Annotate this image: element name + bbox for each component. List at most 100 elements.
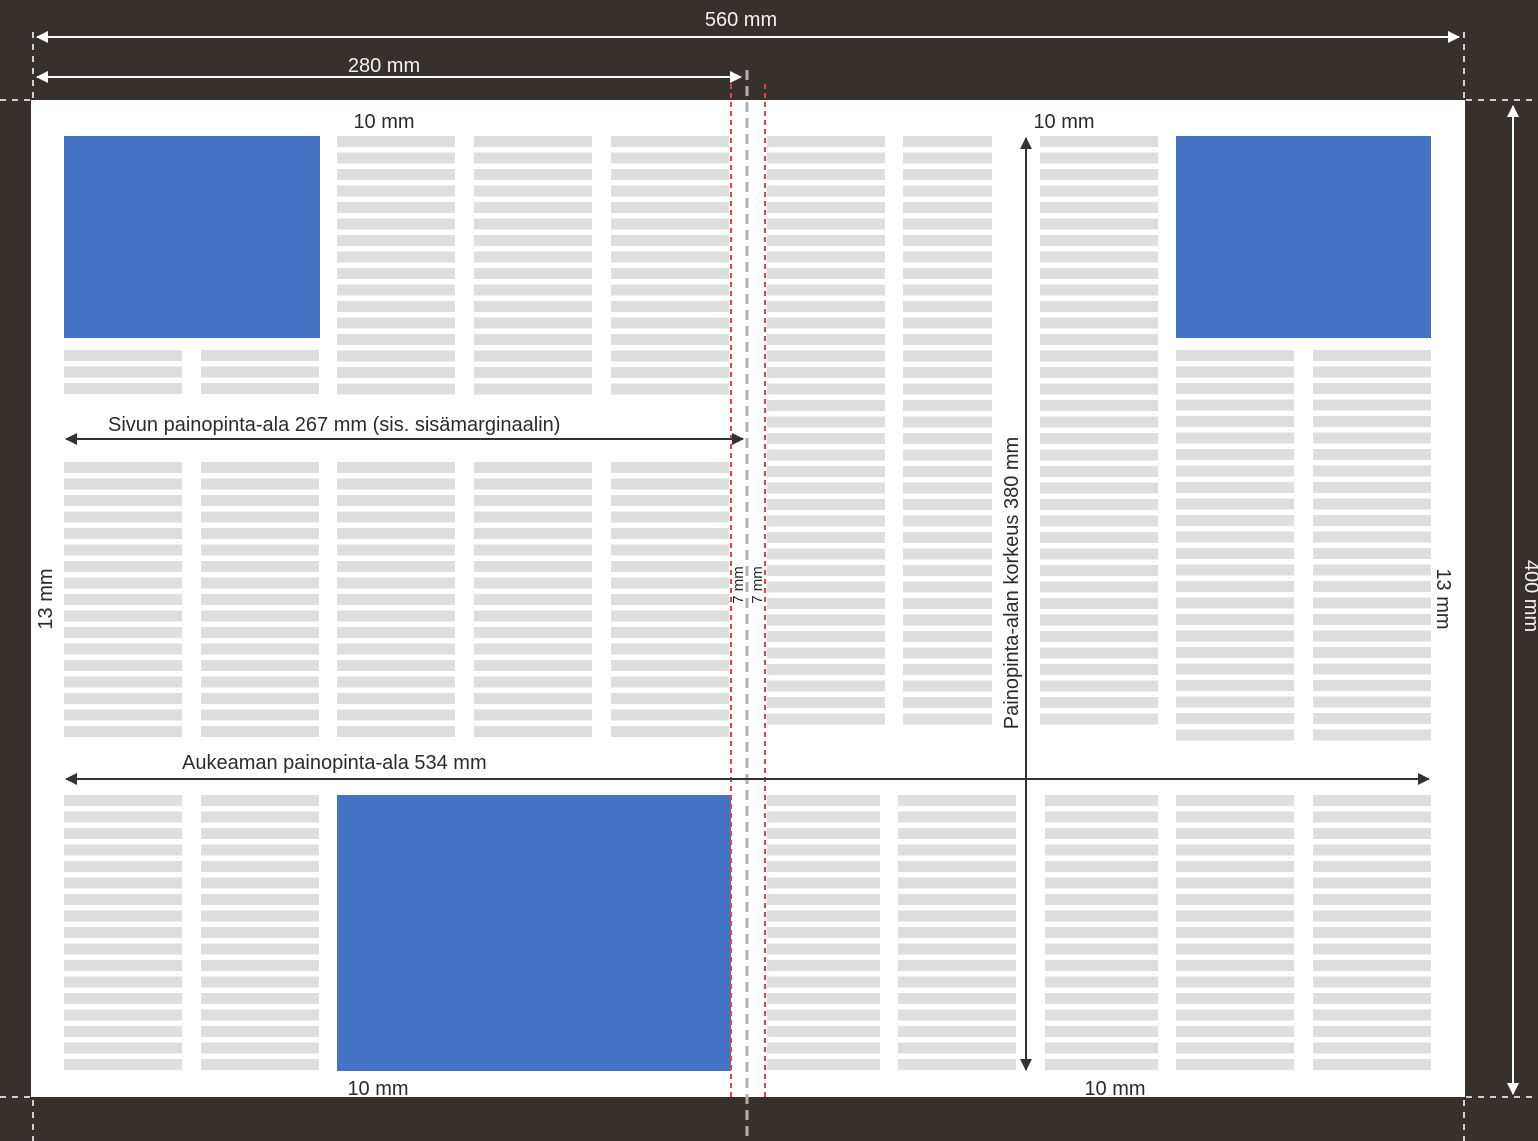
text-line-placeholder xyxy=(767,400,885,411)
text-line-placeholder xyxy=(201,795,319,806)
text-line-placeholder xyxy=(474,627,592,638)
text-line-placeholder xyxy=(1313,828,1431,839)
text-line-placeholder xyxy=(767,152,885,164)
text-line-placeholder xyxy=(1176,663,1294,675)
text-line-placeholder xyxy=(903,499,992,510)
text-line-placeholder xyxy=(474,284,592,296)
text-line-placeholder xyxy=(767,664,885,675)
text-line-placeholder xyxy=(767,1042,880,1054)
text-line-placeholder xyxy=(1176,960,1294,971)
text-line-placeholder xyxy=(611,202,729,213)
text-line-placeholder xyxy=(1176,366,1294,378)
text-line-placeholder xyxy=(1313,366,1431,378)
text-line-placeholder xyxy=(767,993,880,1004)
text-line-placeholder xyxy=(337,495,455,506)
text-line-placeholder xyxy=(898,993,1016,1004)
text-line-placeholder xyxy=(1040,548,1158,560)
text-line-placeholder xyxy=(1313,614,1431,625)
text-line-placeholder xyxy=(611,643,729,655)
text-line-placeholder xyxy=(1176,910,1294,922)
text-line-placeholder xyxy=(1313,976,1431,988)
text-line-placeholder xyxy=(64,561,182,572)
text-line-placeholder xyxy=(1040,482,1158,494)
text-line-placeholder xyxy=(474,218,592,230)
text-line-placeholder xyxy=(201,894,319,905)
text-line-placeholder xyxy=(337,383,455,395)
text-line-placeholder xyxy=(903,614,992,626)
text-line-placeholder xyxy=(1313,811,1431,823)
text-line-placeholder xyxy=(1176,894,1294,905)
text-line-placeholder xyxy=(767,383,885,395)
text-line-placeholder xyxy=(1176,581,1294,592)
text-line-placeholder xyxy=(1040,383,1158,395)
text-line-placeholder xyxy=(1045,1042,1158,1054)
text-line-placeholder xyxy=(898,1042,1016,1054)
text-line-placeholder xyxy=(767,598,885,609)
text-line-placeholder xyxy=(337,284,455,296)
text-line-placeholder xyxy=(898,894,1016,905)
spread-print-area-label: Aukeaman painopinta-ala 534 mm xyxy=(182,752,487,774)
text-line-placeholder xyxy=(767,844,880,856)
text-line-placeholder xyxy=(337,350,455,362)
text-line-placeholder xyxy=(611,676,729,688)
text-line-placeholder xyxy=(474,610,592,622)
text-line-placeholder xyxy=(1313,647,1431,658)
text-line-placeholder xyxy=(767,416,885,428)
text-line-placeholder xyxy=(474,660,592,671)
text-line-placeholder xyxy=(903,334,992,345)
text-line-placeholder xyxy=(1040,713,1158,725)
text-line-placeholder xyxy=(201,811,319,823)
text-line-placeholder xyxy=(611,185,729,197)
text-line-placeholder xyxy=(767,136,885,147)
text-line-placeholder xyxy=(474,528,592,539)
text-line-placeholder xyxy=(64,366,182,378)
text-line-placeholder xyxy=(1313,350,1431,361)
text-line-placeholder xyxy=(64,495,182,506)
text-line-placeholder xyxy=(611,301,729,312)
text-line-placeholder xyxy=(611,136,729,147)
text-line-placeholder xyxy=(1313,531,1431,543)
text-line-placeholder xyxy=(767,532,885,543)
text-line-placeholder xyxy=(1176,498,1294,510)
text-line-placeholder xyxy=(1045,1026,1158,1037)
text-line-placeholder xyxy=(474,676,592,688)
text-line-placeholder xyxy=(611,726,729,737)
text-line-placeholder xyxy=(767,317,885,329)
text-line-placeholder xyxy=(201,610,319,622)
text-line-placeholder xyxy=(337,610,455,622)
text-line-placeholder xyxy=(898,828,1016,839)
text-line-placeholder xyxy=(201,861,319,872)
text-line-placeholder xyxy=(611,693,729,704)
text-line-placeholder xyxy=(903,169,992,180)
text-line-placeholder xyxy=(64,709,182,721)
text-line-placeholder xyxy=(1313,548,1431,559)
image-block-top-right xyxy=(1176,136,1431,338)
text-line-placeholder xyxy=(1176,350,1294,361)
text-line-placeholder xyxy=(903,185,992,197)
text-line-placeholder xyxy=(767,202,885,213)
text-line-placeholder xyxy=(611,577,729,589)
text-line-placeholder xyxy=(201,350,319,361)
text-line-placeholder xyxy=(474,561,592,572)
text-line-placeholder xyxy=(1040,433,1158,444)
text-line-placeholder xyxy=(337,478,455,490)
text-line-placeholder xyxy=(1040,499,1158,510)
text-line-placeholder xyxy=(1313,581,1431,592)
text-line-placeholder xyxy=(1313,877,1431,889)
text-line-placeholder xyxy=(903,202,992,213)
text-line-placeholder xyxy=(474,693,592,704)
text-line-placeholder xyxy=(474,495,592,506)
text-line-placeholder xyxy=(1176,1026,1294,1037)
text-line-placeholder xyxy=(1313,696,1431,708)
text-line-placeholder xyxy=(903,400,992,411)
text-line-placeholder xyxy=(201,627,319,638)
text-line-placeholder xyxy=(767,631,885,642)
text-line-placeholder xyxy=(337,544,455,556)
text-line-placeholder xyxy=(64,828,182,839)
text-line-placeholder xyxy=(903,697,992,708)
text-line-placeholder xyxy=(767,697,885,708)
text-line-placeholder xyxy=(337,577,455,589)
text-line-placeholder xyxy=(1040,581,1158,593)
text-line-placeholder xyxy=(64,726,182,737)
text-line-placeholder xyxy=(767,548,885,560)
